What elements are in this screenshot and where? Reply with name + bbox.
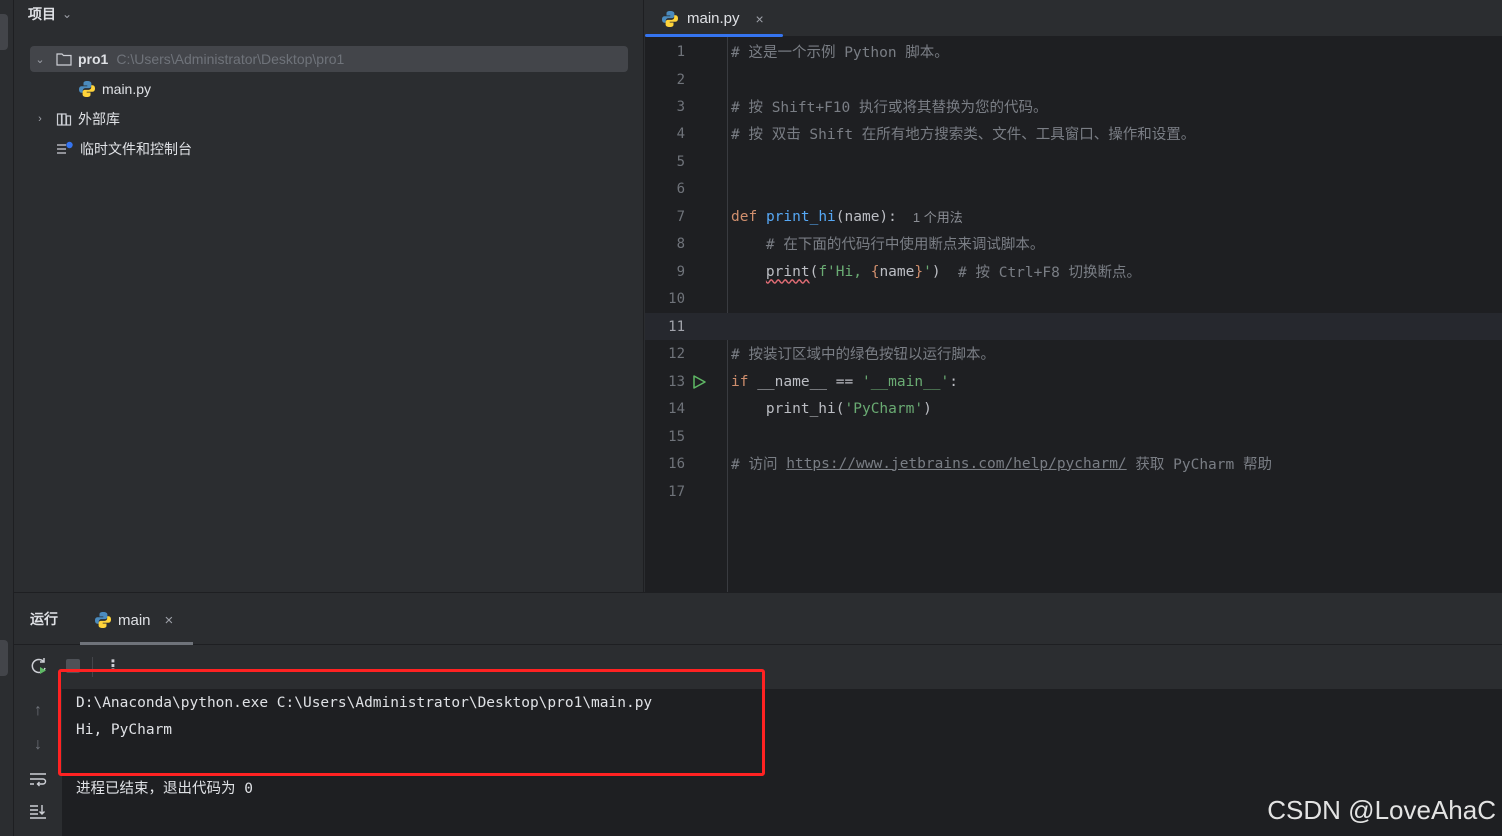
scroll-to-end-icon [30,805,46,819]
function-name: print_hi [765,208,836,225]
code-line[interactable]: 17 [645,478,1502,505]
console-side-toolbar: ↑ ↓ [14,689,62,836]
tree-item-external-libraries[interactable]: › 外部库 [30,106,120,132]
scroll-up-button[interactable]: ↑ [28,701,48,721]
python-file-icon [661,10,679,28]
tree-item-main-py[interactable]: main.py [78,76,151,102]
project-panel-header[interactable]: 项目 ⌄ [28,4,72,24]
soft-wrap-icon [30,773,47,787]
code-editor: main.py × 1 # 这是一个示例 Python 脚本。 2 3 # 按 … [645,0,1502,592]
code-line[interactable]: 3 # 按 Shift+F10 执行或将其替换为您的代码。 [645,93,1502,120]
chevron-right-icon[interactable]: › [32,113,48,125]
code-line[interactable]: 2 [645,66,1502,93]
run-gutter-button[interactable] [685,368,731,395]
code-text: # 按 双击 Shift 在所有地方搜索类、文件、工具窗口、操作和设置。 [731,127,1196,143]
code-comment: # 按 Ctrl+F8 切换断点。 [958,265,1142,281]
code-line[interactable]: 7 def print_hi (name): 1 个用法 [645,203,1502,230]
keyword: def [731,208,758,225]
function-call: print [765,263,810,280]
code-text: # 按 Shift+F10 执行或将其替换为您的代码。 [731,100,1048,116]
line-number: 8 [676,235,685,252]
help-link[interactable]: https://www.jetbrains.com/help/pycharm/ [786,456,1126,472]
code-text: # 按装订区域中的绿色按钮以运行脚本。 [731,347,995,363]
editor-tab-bar: main.py × [645,0,1502,37]
keyword: if [731,373,749,390]
line-number: 4 [676,125,685,142]
console-line: 进程已结束，退出代码为 0 [76,781,253,797]
rerun-icon [31,658,46,674]
chevron-down-icon[interactable]: ⌄ [32,53,48,66]
folder-icon [56,52,72,66]
code-line[interactable]: 16 # 访问 https://www.jetbrains.com/help/p… [645,450,1502,477]
tab-label: main.py [687,10,740,27]
project-panel-title: 项目 [28,6,56,22]
scroll-down-button[interactable]: ↓ [28,735,48,755]
code-line[interactable]: 8 # 在下面的代码行中使用断点来调试脚本。 [645,230,1502,257]
run-tab-label: main [118,611,151,629]
run-icon[interactable] [691,374,707,390]
line-number: 17 [668,483,685,500]
usage-hint[interactable]: 1 个用法 [913,207,963,226]
tree-item-path-hint: C:\Users\Administrator\Desktop\pro1 [116,51,345,67]
code-line[interactable]: 15 [645,423,1502,450]
code-line-current[interactable]: 11 [645,313,1502,340]
tree-item-scratches[interactable]: 临时文件和控制台 [56,136,192,162]
chevron-down-icon: ⌄ [62,7,73,21]
rerun-button[interactable] [28,655,50,677]
left-tool-strip [0,0,14,836]
arrow-down-icon: ↓ [34,736,42,753]
line-number: 14 [668,400,685,417]
python-file-icon [78,80,96,98]
code-text: (name): [835,208,897,225]
line-number: 11 [668,318,685,335]
close-icon[interactable]: × [165,612,174,629]
code-line[interactable]: 1 # 这是一个示例 Python 脚本。 [645,38,1502,65]
line-number: 3 [676,98,685,115]
line-number: 9 [676,263,685,280]
arrow-up-icon: ↑ [34,702,42,719]
code-line[interactable]: 9 print(f'Hi, {name} ') # 按 Ctrl+F8 切换断点。 [645,258,1502,285]
tree-item-label: pro1 [78,51,109,67]
line-number: 13 [668,373,685,390]
code-line[interactable]: 5 [645,148,1502,175]
library-icon [56,111,72,127]
code-line[interactable]: 10 [645,285,1502,312]
tab-main-py[interactable]: main.py × [645,0,783,37]
code-text: # 这是一个示例 Python 脚本。 [731,45,949,61]
soft-wrap-button[interactable] [28,769,48,789]
watermark: CSDN @LoveAhaC [1267,795,1496,825]
line-number: 16 [668,455,685,472]
close-icon[interactable]: × [756,11,764,27]
line-number: 2 [676,71,685,88]
active-tab-indicator [645,34,783,37]
code-line[interactable]: 4 # 按 双击 Shift 在所有地方搜索类、文件、工具窗口、操作和设置。 [645,120,1502,147]
line-number: 1 [676,43,685,60]
code-line[interactable]: 13 if __name__ == '__main__': [645,368,1502,395]
python-file-icon [94,611,112,629]
highlight-annotation-box [58,669,765,776]
code-text: # 在下面的代码行中使用断点来调试脚本。 [765,237,1045,253]
project-tool-marker[interactable] [0,14,8,50]
line-number: 15 [668,428,685,445]
tree-item-pro1[interactable]: ⌄ pro1 C:\Users\Administrator\Desktop\pr… [30,46,628,72]
tree-item-label: main.py [102,81,152,97]
tab-run-main[interactable]: main × [94,605,194,635]
run-panel-title: 运行 [30,611,58,627]
project-panel: 项目 ⌄ ⌄ pro1 C:\Users\Administrator\Deskt… [14,0,644,592]
line-number: 12 [668,345,685,362]
scratches-icon [56,141,74,157]
line-number: 10 [668,290,685,307]
scroll-to-end-button[interactable] [28,801,48,821]
run-panel-header: 运行 main × [14,593,1502,645]
tree-item-label: 临时文件和控制台 [80,141,192,157]
run-tool-marker[interactable] [0,640,8,676]
line-number: 6 [676,180,685,197]
tree-item-label: 外部库 [78,111,120,127]
line-number: 5 [676,153,685,170]
code-line[interactable]: 12 # 按装订区域中的绿色按钮以运行脚本。 [645,340,1502,367]
line-number: 7 [676,208,685,225]
code-line[interactable]: 6 [645,175,1502,202]
code-line[interactable]: 14 print_hi('PyCharm') [645,395,1502,422]
